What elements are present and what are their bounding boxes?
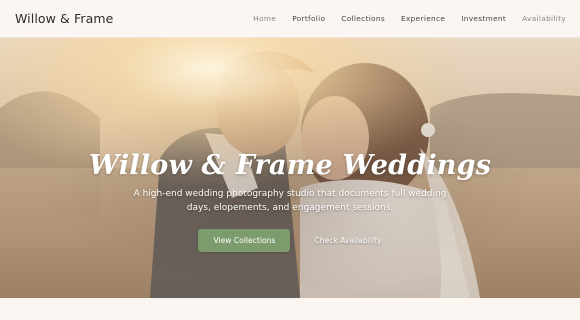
hero-section: Willow & Frame Weddings A high-end weddi… — [0, 38, 580, 298]
nav-link-portfolio[interactable]: Portfolio — [292, 14, 325, 23]
nav-link-home[interactable]: Home — [253, 14, 276, 23]
nav-link-investment[interactable]: Investment — [461, 14, 506, 23]
view-collections-button[interactable]: View Collections — [198, 229, 291, 252]
nav-link-experience[interactable]: Experience — [401, 14, 445, 23]
nav-link-collections[interactable]: Collections — [341, 14, 385, 23]
hero-actions: View Collections Check Availability — [198, 229, 382, 252]
check-availability-link[interactable]: Check Availability — [314, 236, 381, 245]
nav-link-availability[interactable]: Availability — [522, 14, 566, 23]
page-below-hero — [0, 298, 580, 320]
hero-title: Willow & Frame Weddings — [88, 150, 492, 181]
brand-logo-text[interactable]: Willow & Frame — [15, 11, 113, 26]
hero-content: Willow & Frame Weddings A high-end weddi… — [0, 38, 580, 298]
main-nav: Home Portfolio Collections Experience In… — [253, 14, 566, 23]
hero-subtitle: A high-end wedding photography studio th… — [133, 189, 447, 213]
site-header: Willow & Frame Home Portfolio Collection… — [0, 0, 580, 38]
